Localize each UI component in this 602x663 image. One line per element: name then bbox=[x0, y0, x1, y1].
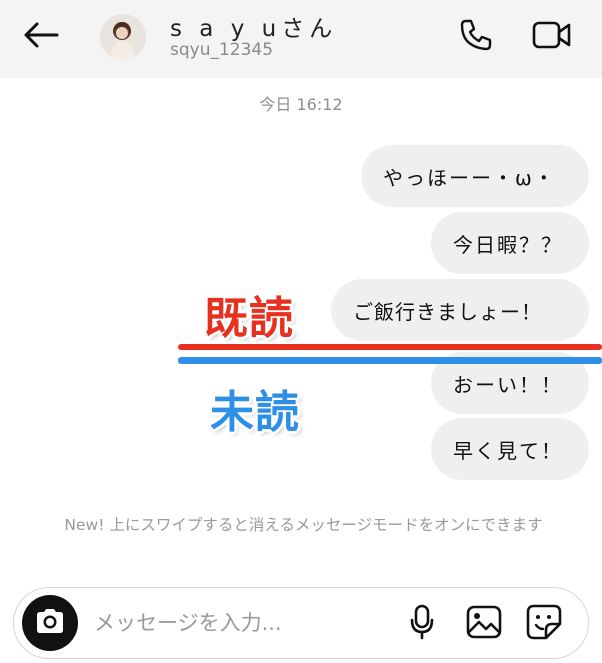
phone-icon bbox=[459, 18, 493, 56]
microphone-icon bbox=[409, 604, 435, 644]
call-button[interactable] bbox=[455, 17, 497, 57]
message-bubble[interactable]: 今日暇？？ bbox=[431, 212, 589, 274]
unread-label: 未読 bbox=[210, 387, 300, 438]
vanish-mode-notice: New! 上にスワイプすると消えるメッセージモードをオンにできます bbox=[64, 516, 543, 534]
camera-button[interactable] bbox=[22, 595, 78, 651]
sticker-button[interactable] bbox=[522, 604, 566, 644]
unread-divider-line bbox=[178, 357, 602, 364]
read-label: 既読 bbox=[204, 293, 294, 344]
chat-user-name[interactable]: s a y uさん bbox=[170, 9, 337, 43]
message-bubble[interactable]: やっほーー・ω・ bbox=[361, 145, 589, 207]
camera-icon bbox=[34, 607, 66, 639]
message-bubble[interactable]: ご飯行きましょー！ bbox=[331, 279, 589, 341]
message-text: 早く見て！ bbox=[453, 438, 563, 463]
arrow-left-icon bbox=[23, 21, 59, 53]
message-bubble[interactable]: 早く見て！ bbox=[431, 418, 589, 480]
back-button[interactable] bbox=[20, 18, 62, 56]
message-timestamp: 今日 16:12 bbox=[259, 95, 343, 114]
video-call-button[interactable] bbox=[528, 17, 576, 57]
message-text: ご飯行きましょー！ bbox=[353, 299, 542, 324]
avatar[interactable] bbox=[100, 14, 146, 60]
message-composer bbox=[13, 587, 589, 659]
message-input[interactable] bbox=[94, 602, 384, 644]
voice-message-button[interactable] bbox=[402, 604, 442, 644]
chat-header: s a y uさん sqyu_12345 bbox=[0, 0, 602, 78]
message-text: おーい！！ bbox=[453, 372, 563, 397]
sticker-icon bbox=[526, 604, 562, 644]
video-camera-icon bbox=[532, 20, 572, 54]
message-text: やっほーー・ω・ bbox=[383, 165, 556, 190]
chat-user-handle[interactable]: sqyu_12345 bbox=[170, 40, 273, 60]
message-text: 今日暇？？ bbox=[453, 232, 563, 257]
image-icon bbox=[466, 605, 502, 643]
gallery-button[interactable] bbox=[462, 604, 506, 644]
